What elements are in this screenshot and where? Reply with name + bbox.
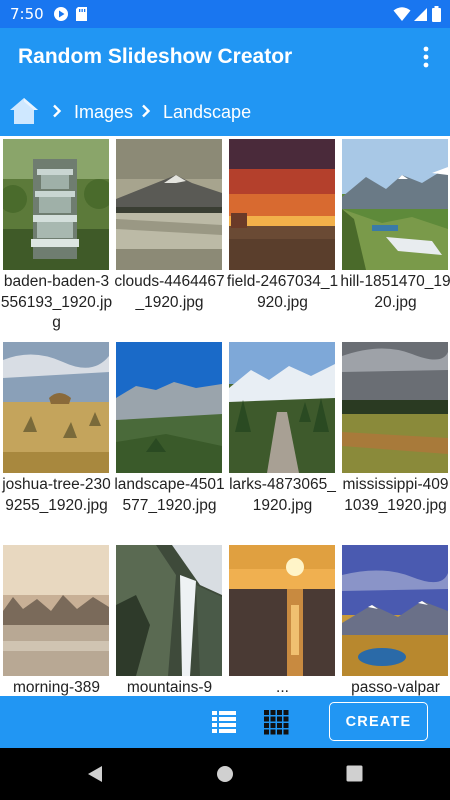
image-thumbnail (3, 342, 109, 473)
battery-icon (432, 6, 441, 27)
image-thumbnail (342, 545, 448, 676)
chevron-right-icon (52, 104, 62, 123)
image-filename: ... (276, 679, 289, 696)
image-thumbnail (229, 342, 335, 473)
grid-item[interactable]: passo-valpar (339, 542, 450, 696)
image-filename: landscape-4501577_1920.jpg (114, 476, 225, 514)
grid-item[interactable]: larks-4873065_1920.jpg (226, 339, 339, 542)
home-circle-icon[interactable] (216, 765, 234, 788)
app-bar: Random Slideshow Creator (0, 28, 450, 86)
status-time: 7:50 (10, 5, 44, 23)
status-bar: 7:50 (0, 0, 450, 28)
image-filename: passo-valpar (351, 679, 440, 696)
image-thumbnail (116, 342, 222, 473)
recents-icon[interactable] (346, 765, 363, 787)
grid-view-icon[interactable] (263, 709, 289, 735)
image-filename: mountains-9 (126, 679, 213, 696)
image-filename: mississippi-4091039_1920.jpg (342, 476, 449, 514)
sd-card-icon (75, 6, 88, 27)
home-icon[interactable] (9, 97, 39, 125)
system-nav-bar (0, 748, 450, 800)
grid-item[interactable]: clouds-4464467_1920.jpg (113, 136, 226, 339)
grid-item[interactable]: field-2467034_1920.jpg (226, 136, 339, 339)
signal-icon (413, 6, 428, 27)
image-thumbnail (116, 139, 222, 270)
image-filename: larks-4873065_1920.jpg (229, 476, 336, 514)
wifi-icon (393, 6, 411, 27)
app-title: Random Slideshow Creator (18, 45, 293, 68)
grid-item[interactable]: hill-1851470_1920.jpg (339, 136, 450, 339)
create-button[interactable]: CREATE (329, 702, 428, 741)
bottom-action-bar: CREATE (0, 696, 450, 748)
back-icon[interactable] (86, 765, 104, 788)
image-thumbnail (342, 139, 448, 270)
image-thumbnail (229, 545, 335, 676)
image-thumbnail (3, 139, 109, 270)
image-filename: hill-1851470_1920.jpg (340, 273, 450, 311)
chevron-right-icon (141, 104, 151, 123)
image-filename: morning-389 (12, 679, 101, 696)
grid-item[interactable]: baden-baden-3556193_1920.jpg (0, 136, 113, 339)
image-filename: clouds-4464467_1920.jpg (114, 273, 225, 311)
grid-item[interactable]: mountains-9 (113, 542, 226, 696)
grid-item[interactable]: landscape-4501577_1920.jpg (113, 339, 226, 542)
image-filename: baden-baden-3556193_1920.jpg (0, 273, 113, 331)
image-filename: joshua-tree-2309255_1920.jpg (2, 476, 111, 514)
google-play-icon (53, 6, 69, 27)
grid-item[interactable]: ... (226, 542, 339, 696)
breadcrumb-item-landscape[interactable]: Landscape (163, 102, 251, 123)
grid-item[interactable]: joshua-tree-2309255_1920.jpg (0, 339, 113, 542)
image-grid: baden-baden-3556193_1920.jpg clouds-4464… (0, 136, 450, 696)
image-filename: field-2467034_1920.jpg (226, 273, 339, 311)
image-thumbnail (116, 545, 222, 676)
grid-item[interactable]: mississippi-4091039_1920.jpg (339, 339, 450, 542)
image-thumbnail (342, 342, 448, 473)
grid-item[interactable]: morning-389 (0, 542, 113, 696)
list-view-icon[interactable] (211, 709, 237, 735)
breadcrumb-item-images[interactable]: Images (74, 102, 133, 123)
breadcrumb: Images Landscape (0, 86, 450, 136)
image-thumbnail (229, 139, 335, 270)
image-thumbnail (3, 545, 109, 676)
more-vert-icon[interactable] (414, 44, 438, 70)
